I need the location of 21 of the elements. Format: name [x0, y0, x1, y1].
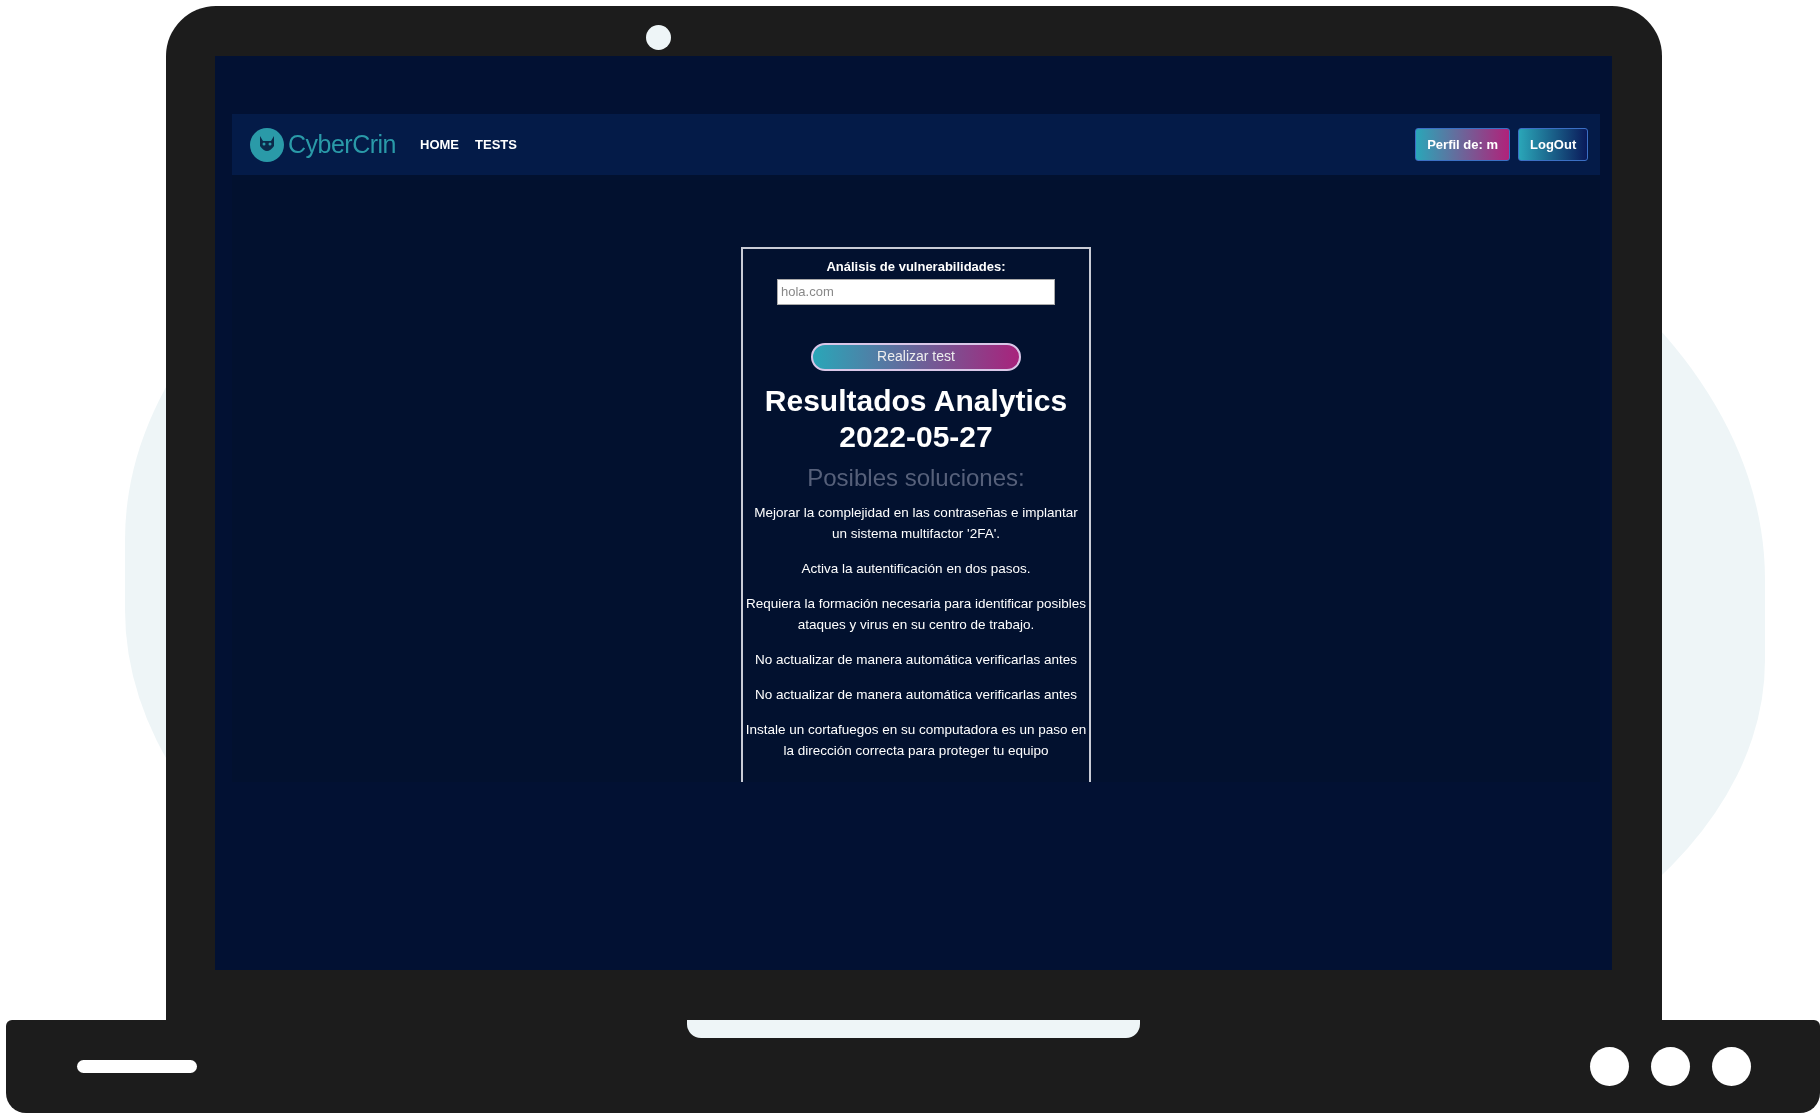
field-label: Análisis de vulnerabilidades:	[825, 258, 1007, 276]
indicator-light	[1590, 1047, 1629, 1086]
camera-icon	[646, 25, 671, 50]
solution-text: Activa la autentificación en dos pasos.	[800, 560, 1032, 579]
solutions-heading: Posibles soluciones:	[806, 463, 1026, 494]
solution-text: Instale un cortafuegos en su computadora es un paso en la dirección correcta para proteger tu equipo	[745, 721, 1087, 761]
run-test-button[interactable]: Realizar test	[811, 342, 1021, 371]
solution-text: Requiera la formación necesaria para identificar posibles ataques y virus en su centro de trabajo.	[745, 595, 1087, 635]
results-heading: Resultados Analytics 2022-05-27	[763, 382, 1069, 456]
solution-text: Mejorar la complejidad en las contraseñas e implantar un sistema multifactor '2FA'.	[753, 504, 1079, 544]
url-input-field[interactable]: hola.com	[777, 278, 1055, 305]
solution-text: No actualizar de manera automática verificarlas antes	[754, 686, 1078, 705]
solution-text: No actualizar de manera automática verificarlas antes	[754, 651, 1078, 670]
logo-icon	[250, 127, 284, 162]
logout-button[interactable]: LogOut	[1518, 128, 1588, 161]
indicator-light	[1651, 1047, 1690, 1086]
nav-link[interactable]: TESTS	[475, 134, 517, 155]
brand-name[interactable]: CyberCrin	[288, 125, 397, 164]
profile-button[interactable]: Perfil de: m	[1415, 128, 1510, 161]
nav-link[interactable]: HOME	[420, 134, 460, 155]
indicator-light	[1712, 1047, 1751, 1086]
